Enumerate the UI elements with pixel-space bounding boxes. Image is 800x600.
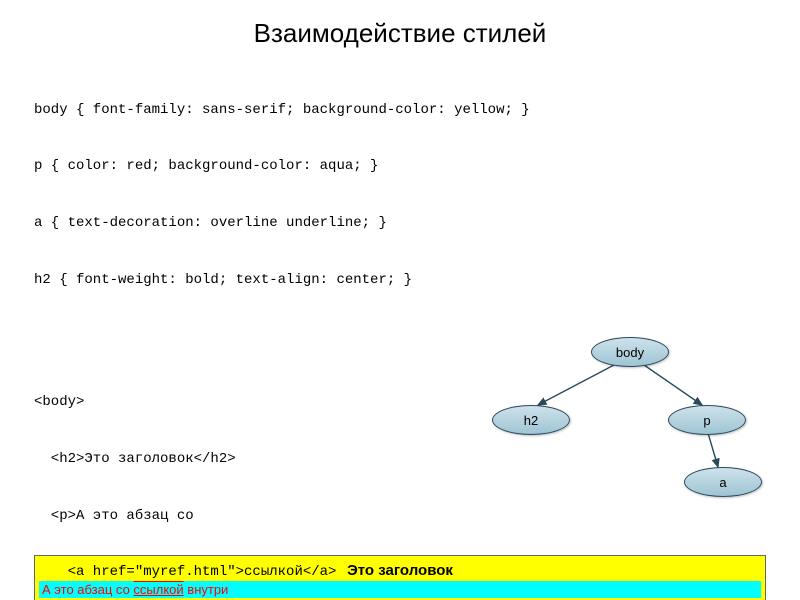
- tree-diagram: body h2 p a: [446, 327, 766, 527]
- html-code-block: <body> <h2>Это заголовок</h2> <p>А это а…: [34, 355, 336, 600]
- slide: Взаимодействие стилей body { font-family…: [0, 0, 800, 600]
- middle-row: <body> <h2>Это заголовок</h2> <p>А это а…: [34, 327, 766, 537]
- html-line: <p>А это абзац со: [34, 507, 336, 526]
- html-line: <a href="myref.html">ссылкой</a>: [34, 563, 336, 582]
- css-line: a { text-decoration: overline underline;…: [34, 214, 766, 233]
- css-line: body { font-family: sans-serif; backgrou…: [34, 101, 766, 120]
- css-line: h2 { font-weight: bold; text-align: cent…: [34, 271, 766, 290]
- html-line: <body>: [34, 393, 336, 412]
- html-line: <h2>Это заголовок</h2>: [34, 450, 336, 469]
- css-code-block: body { font-family: sans-serif; backgrou…: [34, 63, 766, 327]
- css-line: p { color: red; background-color: aqua; …: [34, 157, 766, 176]
- slide-title: Взаимодействие стилей: [34, 18, 766, 49]
